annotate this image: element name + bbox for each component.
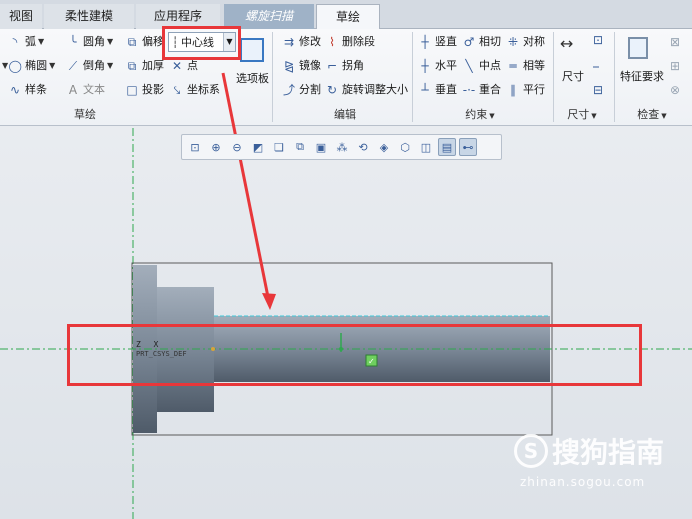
watermark-logo: S 搜狗指南 [514, 431, 674, 471]
zoom-fit-icon[interactable]: ⊡ [186, 138, 204, 156]
constraint-display-icon[interactable]: ⊷ [459, 138, 477, 156]
view-toolbar: ⊡ ⊕ ⊖ ◩ ❏ ⧉ ▣ ⁂ ⟲ ◈ ⬡ ◫ ▤ ⊷ [181, 134, 502, 160]
zoom-in-icon[interactable]: ⊕ [207, 138, 225, 156]
datum-display-icon[interactable]: ⁂ [333, 138, 351, 156]
perspective-icon[interactable]: ⬡ [396, 138, 414, 156]
highlight-centerline-button [162, 26, 241, 60]
sketcher-display-icon[interactable]: ▤ [438, 138, 456, 156]
render-icon[interactable]: ▣ [312, 138, 330, 156]
sketch-view-icon[interactable]: ◫ [417, 138, 435, 156]
saved-views-icon[interactable]: ❏ [270, 138, 288, 156]
named-view-icon[interactable]: ⧉ [291, 138, 309, 156]
repaint-icon[interactable]: ◩ [249, 138, 267, 156]
highlight-centerline-area [67, 324, 642, 386]
shaded-icon[interactable]: ◈ [375, 138, 393, 156]
annotation-arrowhead [262, 293, 276, 310]
watermark-url: zhinan.sogou.com [520, 475, 646, 489]
view-manager-icon[interactable]: ⟲ [354, 138, 372, 156]
zoom-out-icon[interactable]: ⊖ [228, 138, 246, 156]
sogou-logo-icon: S [514, 434, 548, 468]
